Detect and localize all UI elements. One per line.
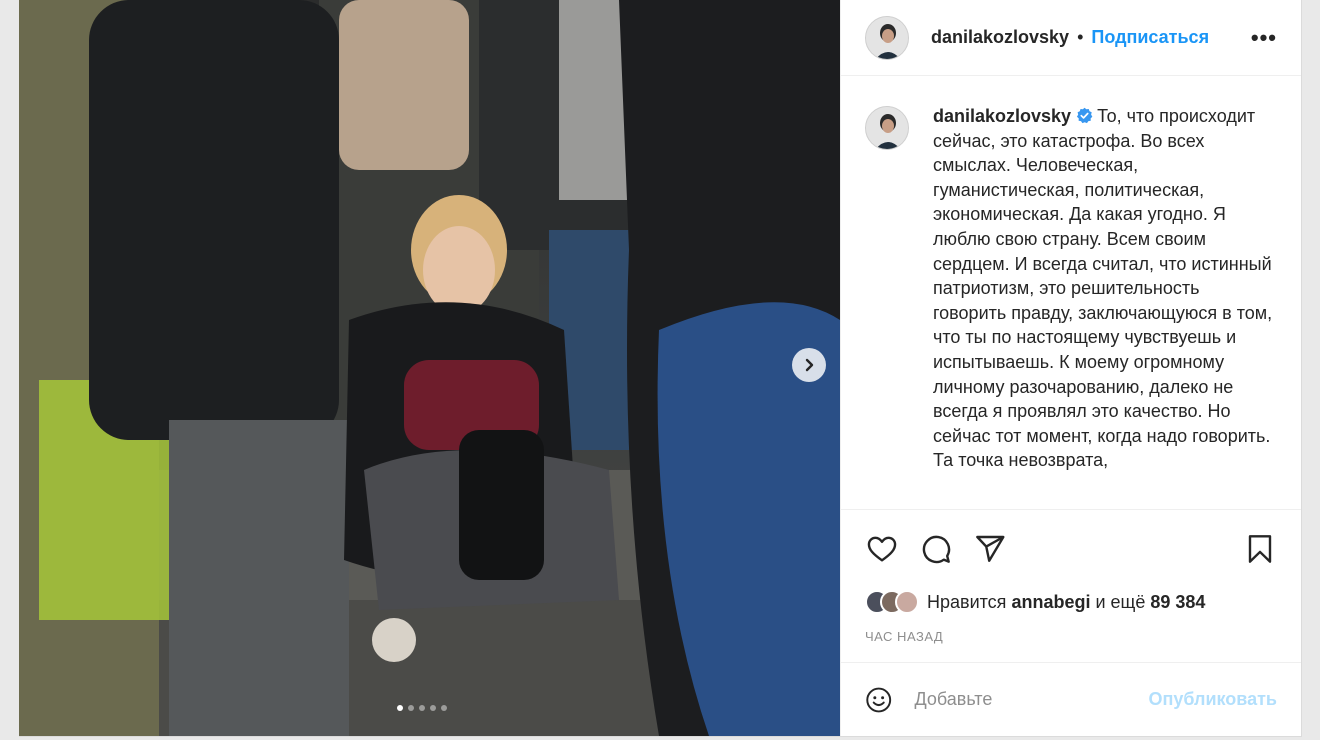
man-black-jacket — [89, 0, 339, 440]
bookmark-icon — [1248, 534, 1272, 563]
follow-button[interactable]: Подписаться — [1091, 27, 1209, 48]
liker-avatar — [895, 590, 919, 614]
share-icon — [976, 535, 1005, 562]
carousel-dot — [408, 705, 414, 711]
likes-count[interactable]: Нравится annabegi и ещё 89 384 — [927, 592, 1205, 613]
carousel-dot — [397, 705, 403, 711]
likes-number[interactable]: 89 384 — [1150, 592, 1205, 612]
carousel-dot — [430, 705, 436, 711]
emoji-icon[interactable] — [865, 683, 892, 717]
avatar-image — [866, 107, 908, 149]
header-separator: • — [1077, 27, 1084, 47]
heart-icon — [867, 536, 897, 562]
avatar[interactable] — [865, 106, 909, 150]
post-timestamp[interactable]: ЧАС НАЗАД — [841, 617, 1301, 647]
likes-prefix: Нравится — [927, 591, 1007, 612]
black-backpack — [459, 430, 544, 580]
person-beige — [339, 0, 469, 170]
liker-avatars — [865, 590, 919, 614]
avatar[interactable] — [865, 15, 909, 60]
save-button[interactable] — [1243, 532, 1277, 566]
likes-row: Нравится annabegi и ещё 89 384 — [841, 587, 1301, 617]
instagram-post: danilakozlovsky • Подписаться ••• danila… — [19, 0, 1302, 737]
carousel-dot — [419, 705, 425, 711]
chevron-right-icon — [805, 358, 814, 372]
caption-username[interactable]: danilakozlovsky — [933, 106, 1071, 126]
carousel-dot — [441, 705, 447, 711]
comment-input[interactable] — [912, 688, 1149, 711]
comment-icon — [922, 535, 951, 563]
liker-username[interactable]: annabegi — [1011, 592, 1090, 612]
action-bar — [841, 509, 1301, 587]
like-button[interactable] — [865, 532, 899, 566]
share-button[interactable] — [973, 532, 1007, 566]
comment-button[interactable] — [919, 532, 953, 566]
likes-middle: и ещё — [1095, 591, 1146, 612]
post-header: danilakozlovsky • Подписаться ••• — [841, 0, 1301, 76]
man-grey-pants — [169, 420, 349, 736]
carousel-indicator — [397, 705, 447, 711]
woman-face — [423, 226, 495, 314]
caption: danilakozlovsky То, что происходит сейча… — [933, 104, 1277, 509]
comment-box: Опубликовать — [841, 662, 1301, 736]
caption-text: То, что происходит сейчас, это катастроф… — [933, 106, 1273, 471]
caption-section: danilakozlovsky То, что происходит сейча… — [841, 76, 1301, 509]
avatar-image — [866, 16, 908, 59]
more-options-button[interactable]: ••• — [1251, 25, 1277, 51]
verified-badge-icon — [1077, 107, 1093, 124]
photo-scene — [19, 0, 840, 736]
author-username[interactable]: danilakozlovsky — [931, 27, 1069, 48]
post-photo[interactable] — [19, 0, 840, 736]
publish-comment-button[interactable]: Опубликовать — [1148, 689, 1277, 710]
post-side-panel: danilakozlovsky • Подписаться ••• danila… — [840, 0, 1301, 736]
woman-shoe — [372, 618, 416, 662]
next-photo-button[interactable] — [792, 348, 826, 382]
